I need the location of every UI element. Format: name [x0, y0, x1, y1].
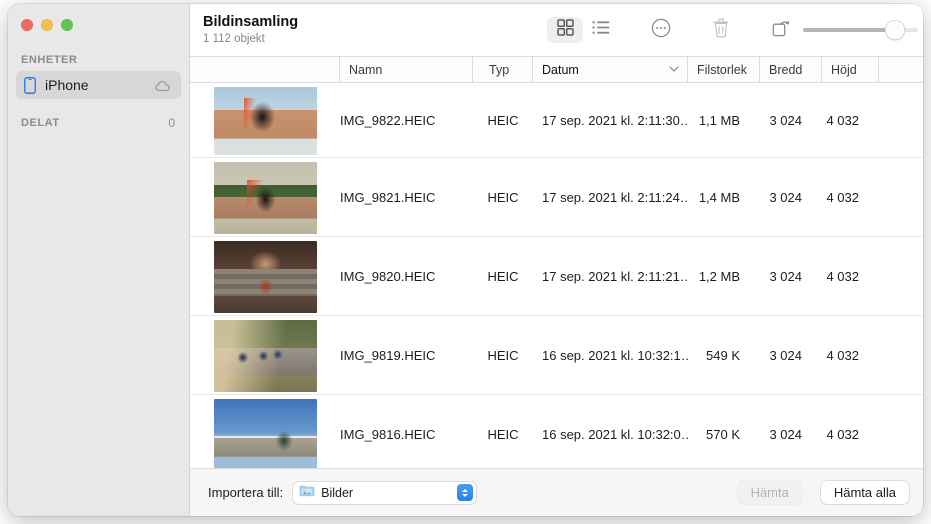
- column-header-hojd[interactable]: Höjd: [822, 57, 879, 82]
- table-row[interactable]: IMG_9819.HEIC HEIC 16 sep. 2021 kl. 10:3…: [190, 316, 923, 395]
- cell-namn: IMG_9821.HEIC: [340, 189, 436, 205]
- column-header-filstorlek[interactable]: Filstorlek: [688, 57, 760, 82]
- list-view-button[interactable]: [583, 17, 619, 43]
- cell-bredd: 3 024: [769, 112, 802, 128]
- cell-bredd: 3 024: [769, 189, 802, 205]
- main-content: Bildinsamling 1 112 objekt Namn Typ Datu…: [190, 4, 923, 516]
- cell-typ: HEIC: [487, 426, 519, 442]
- bottom-bar: Importera till: Bilder Hämta Hämta alla: [190, 468, 923, 516]
- cell-hojd: 4 032: [826, 347, 859, 363]
- column-header-namn[interactable]: Namn: [340, 57, 473, 82]
- cell-bredd: 3 024: [769, 426, 802, 442]
- pictures-folder-icon: [299, 484, 315, 502]
- cloud-icon: [155, 79, 172, 91]
- table-row[interactable]: IMG_9822.HEIC HEIC 17 sep. 2021 kl. 2:11…: [190, 83, 923, 158]
- cell-bredd: 3 024: [769, 347, 802, 363]
- photo-thumbnail[interactable]: [213, 241, 317, 313]
- cell-typ: HEIC: [487, 268, 519, 284]
- minimize-button[interactable]: [41, 19, 53, 31]
- destination-popup-button[interactable]: Bilder: [293, 481, 477, 504]
- column-header-datum[interactable]: Datum: [533, 57, 688, 82]
- cell-datum: 16 sep. 2021 kl. 10:32:1…: [542, 347, 688, 363]
- cell-bredd: 3 024: [769, 268, 802, 284]
- list-icon: [592, 20, 610, 40]
- sidebar: ENHETER iPhone DELAT 0: [8, 4, 190, 516]
- more-options-button[interactable]: [643, 17, 679, 43]
- file-table[interactable]: IMG_9822.HEIC HEIC 17 sep. 2021 kl. 2:11…: [190, 83, 923, 468]
- trash-icon: [712, 18, 730, 43]
- cell-typ: HEIC: [487, 189, 519, 205]
- row-thumbnail-cell: [190, 237, 340, 315]
- cell-filstorlek: 1,2 MB: [698, 268, 740, 284]
- cell-namn: IMG_9819.HEIC: [340, 347, 436, 363]
- item-count: 1 112 objekt: [203, 32, 265, 45]
- cell-filstorlek: 570 K: [706, 426, 740, 442]
- destination-value: Bilder: [321, 485, 354, 500]
- row-thumbnail-cell: [190, 316, 340, 394]
- sidebar-section-enheter: ENHETER: [8, 40, 189, 71]
- page-title: Bildinsamling: [203, 13, 299, 30]
- iphone-icon: [24, 76, 36, 94]
- table-row[interactable]: IMG_9821.HEIC HEIC 17 sep. 2021 kl. 2:11…: [190, 158, 923, 237]
- shared-count-badge: 0: [168, 116, 175, 130]
- delete-button[interactable]: [703, 17, 739, 43]
- popup-stepper-icon[interactable]: [457, 484, 474, 501]
- rotate-icon: [771, 18, 791, 43]
- cell-datum: 17 sep. 2021 kl. 2:11:24…: [542, 189, 688, 205]
- cell-filstorlek: 1,4 MB: [698, 189, 740, 205]
- slider-fill: [803, 28, 895, 32]
- photo-thumbnail[interactable]: [213, 320, 317, 392]
- cell-datum: 17 sep. 2021 kl. 2:11:30…: [542, 112, 688, 128]
- toolbar: Bildinsamling 1 112 objekt: [190, 4, 923, 56]
- cell-datum: 17 sep. 2021 kl. 2:11:21…: [542, 268, 688, 284]
- cell-hojd: 4 032: [826, 112, 859, 128]
- photo-thumbnail[interactable]: [213, 87, 317, 155]
- cell-namn: IMG_9820.HEIC: [340, 268, 436, 284]
- cell-filstorlek: 1,1 MB: [698, 112, 740, 128]
- title-block: Bildinsamling 1 112 objekt: [203, 14, 298, 47]
- table-column-headers: Namn Typ Datum Filstorlek Bredd Höjd: [190, 56, 923, 83]
- cell-typ: HEIC: [487, 347, 519, 363]
- row-thumbnail-cell: [190, 83, 340, 157]
- table-row[interactable]: IMG_9816.HEIC HEIC 16 sep. 2021 kl. 10:3…: [190, 395, 923, 468]
- sidebar-section-label: DELAT: [21, 117, 60, 129]
- sidebar-section-label: ENHETER: [21, 54, 78, 66]
- row-thumbnail-cell: [190, 395, 340, 468]
- table-row[interactable]: IMG_9820.HEIC HEIC 17 sep. 2021 kl. 2:11…: [190, 237, 923, 316]
- slider-knob[interactable]: [885, 20, 905, 40]
- column-header-bredd[interactable]: Bredd: [760, 57, 822, 82]
- rotate-button[interactable]: [763, 17, 799, 43]
- cell-hojd: 4 032: [826, 426, 859, 442]
- column-header-extra[interactable]: [879, 57, 923, 82]
- window-controls: [8, 4, 189, 40]
- photo-thumbnail[interactable]: [213, 399, 317, 468]
- grid-icon: [556, 19, 574, 41]
- column-header-thumbnail[interactable]: [190, 57, 340, 82]
- cell-datum: 16 sep. 2021 kl. 10:32:0…: [542, 426, 688, 442]
- close-button[interactable]: [21, 19, 33, 31]
- cell-typ: HEIC: [487, 112, 519, 128]
- cell-filstorlek: 549 K: [706, 347, 740, 363]
- photo-thumbnail[interactable]: [213, 162, 317, 234]
- cell-namn: IMG_9822.HEIC: [340, 112, 436, 128]
- row-thumbnail-cell: [190, 158, 340, 236]
- download-button[interactable]: Hämta: [737, 481, 802, 504]
- zoom-button[interactable]: [61, 19, 73, 31]
- sidebar-section-delat: DELAT 0: [8, 99, 189, 135]
- slider-track[interactable]: [803, 20, 918, 40]
- toolbar-buttons: [547, 4, 799, 56]
- thumbnail-size-slider[interactable]: [803, 4, 918, 56]
- ellipsis-circle-icon: [651, 18, 671, 43]
- download-all-button[interactable]: Hämta alla: [820, 481, 909, 504]
- import-to-label: Importera till:: [208, 485, 284, 500]
- sidebar-item-iphone[interactable]: iPhone: [16, 71, 181, 99]
- column-header-typ[interactable]: Typ: [473, 57, 533, 82]
- image-capture-window: ENHETER iPhone DELAT 0 Bildinsamling 1 1…: [8, 4, 923, 516]
- cell-hojd: 4 032: [826, 268, 859, 284]
- cell-hojd: 4 032: [826, 189, 859, 205]
- grid-view-button[interactable]: [547, 17, 583, 43]
- sidebar-item-label: iPhone: [45, 77, 89, 93]
- chevron-down-icon: [669, 65, 679, 74]
- cell-namn: IMG_9816.HEIC: [340, 426, 436, 442]
